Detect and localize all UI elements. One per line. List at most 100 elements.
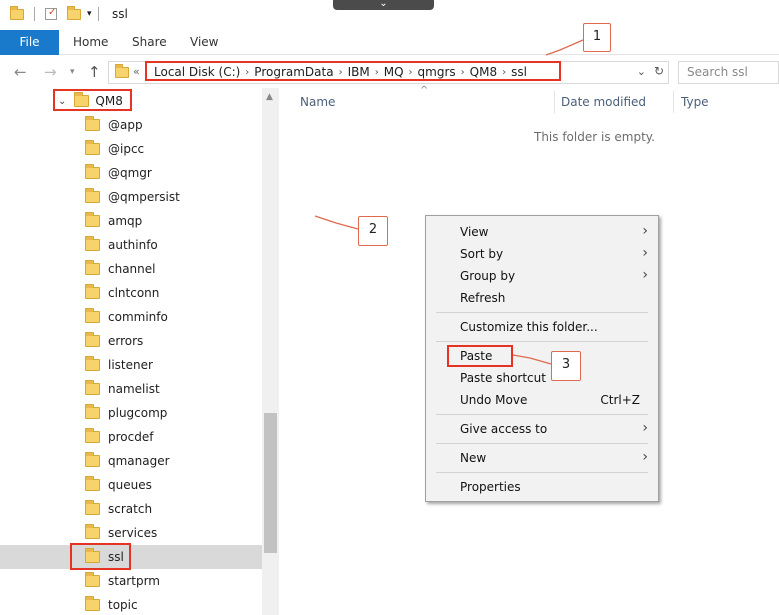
folder-icon	[85, 260, 100, 275]
tree-item-label: amqp	[108, 214, 143, 228]
tree-item-label: authinfo	[108, 238, 158, 252]
tree-item-listener[interactable]: listener	[0, 353, 262, 377]
chevron-right-icon: ›	[642, 245, 648, 261]
folder-icon	[85, 284, 100, 299]
tree-item-services[interactable]: services	[0, 521, 262, 545]
tree-item-channel[interactable]: channel	[0, 257, 262, 281]
tree-item-namelist[interactable]: namelist	[0, 377, 262, 401]
tree-item-topic[interactable]: topic	[0, 593, 262, 615]
tree-item-plugcomp[interactable]: plugcomp	[0, 401, 262, 425]
tab-home[interactable]: Home	[73, 30, 108, 55]
vertical-scrollbar[interactable]: ▲	[262, 88, 279, 615]
tree-item-clntconn[interactable]: clntconn	[0, 281, 262, 305]
separator	[97, 7, 99, 21]
chevron-right-icon: ›	[642, 449, 648, 465]
scrollbar-thumb[interactable]	[264, 413, 277, 553]
tree-item-queues[interactable]: queues	[0, 473, 262, 497]
menu-item-paste-shortcut[interactable]: Paste shortcut	[460, 371, 546, 385]
folder-icon	[85, 380, 100, 395]
separator	[34, 7, 35, 21]
tree-item-label: channel	[108, 262, 156, 276]
menu-item-undo-move[interactable]: Undo Move	[460, 393, 527, 407]
menu-separator	[436, 341, 648, 342]
tree-item-qmgr[interactable]: @qmgr	[0, 161, 262, 185]
tree-item-qmpersist[interactable]: @qmpersist	[0, 185, 262, 209]
scroll-up-icon[interactable]: ▲	[266, 92, 273, 102]
tree-item-label: queues	[108, 478, 152, 492]
menu-item-sort-by[interactable]: Sort by	[460, 247, 503, 261]
tree-item-ipcc[interactable]: @ipcc	[0, 137, 262, 161]
menu-item-properties[interactable]: Properties	[460, 480, 521, 494]
tree-item-label: errors	[108, 334, 144, 348]
callout-2: 2	[358, 216, 388, 246]
tree-item-authinfo[interactable]: authinfo	[0, 233, 262, 257]
chevron-right-icon: ›	[642, 420, 648, 436]
up-button[interactable]: ↑	[88, 63, 101, 81]
tree-item-label: listener	[108, 358, 153, 372]
tab-file[interactable]: File	[0, 30, 59, 55]
menu-item-view[interactable]: View	[460, 225, 488, 239]
folder-icon	[85, 116, 100, 131]
callout-1: 1	[583, 23, 611, 52]
column-divider[interactable]	[554, 91, 555, 113]
tab-share[interactable]: Share	[132, 30, 167, 55]
folder-icon	[85, 452, 100, 467]
tree-item-qmanager[interactable]: qmanager	[0, 449, 262, 473]
tree-item-label: plugcomp	[108, 406, 168, 420]
refresh-icon[interactable]: ↻	[654, 64, 664, 78]
folder-icon	[85, 524, 100, 539]
ribbon-collapse-button[interactable]: ⌄	[333, 0, 434, 10]
column-header-date-modified[interactable]: Date modified	[561, 95, 646, 109]
column-header-type[interactable]: Type	[681, 95, 709, 109]
recent-locations-button[interactable]: ▾	[70, 67, 75, 77]
search-input[interactable]: Search ssl	[678, 61, 779, 84]
tree-item-label: qmanager	[108, 454, 170, 468]
menu-separator	[436, 443, 648, 444]
address-dropdown-icon[interactable]: ⌄	[637, 65, 646, 78]
tree-item-label: @app	[108, 118, 143, 132]
arrow-right-icon: →	[44, 63, 57, 81]
column-divider[interactable]	[673, 91, 674, 113]
tree-item-procdef[interactable]: procdef	[0, 425, 262, 449]
menu-item-group-by[interactable]: Group by	[460, 269, 515, 283]
folder-icon	[85, 404, 100, 419]
folder-icon	[85, 596, 100, 611]
tree-item-ssl[interactable]: ssl	[0, 545, 262, 569]
navigation-pane: ⌄ QM8 @app @ipcc @qmgr @qmpersist amqp authin…	[0, 88, 280, 615]
back-button[interactable]: ←	[14, 63, 27, 81]
tree-item-comminfo[interactable]: comminfo	[0, 305, 262, 329]
tree-item-label: scratch	[108, 502, 153, 516]
sort-ascending-icon: ^	[420, 85, 429, 96]
menu-item-new[interactable]: New	[460, 451, 486, 465]
tree-item-errors[interactable]: errors	[0, 329, 262, 353]
undo-shortcut-hint: Ctrl+Z	[600, 393, 640, 407]
column-header-name[interactable]: Name	[300, 95, 335, 109]
new-folder-icon[interactable]	[67, 5, 81, 20]
tree-item-startprm[interactable]: startprm	[0, 569, 262, 593]
folder-icon	[85, 140, 100, 155]
folder-icon	[85, 212, 100, 227]
properties-icon[interactable]: ✓	[45, 7, 57, 20]
menu-separator	[436, 312, 648, 313]
folder-icon	[85, 356, 100, 371]
title-bar: ✓ ▾ ssl ⌄	[0, 0, 779, 30]
menu-item-give-access[interactable]: Give access to	[460, 422, 547, 436]
folder-icon	[85, 236, 100, 251]
customize-toolbar-icon[interactable]: ▾	[87, 9, 92, 19]
quick-access-toolbar: ✓ ▾	[10, 5, 99, 21]
highlight-box-ssl	[70, 543, 131, 570]
tab-view[interactable]: View	[190, 30, 218, 55]
breadcrumb-overflow[interactable]: «	[133, 65, 140, 78]
tree-item-label: @qmpersist	[108, 190, 180, 204]
empty-folder-message: This folder is empty.	[534, 130, 655, 144]
folder-icon	[85, 572, 100, 587]
menu-item-refresh[interactable]: Refresh	[460, 291, 505, 305]
ribbon: File Home Share View	[0, 30, 779, 55]
tree-item-scratch[interactable]: scratch	[0, 497, 262, 521]
forward-button[interactable]: →	[44, 63, 57, 81]
tree-item-label: procdef	[108, 430, 154, 444]
menu-item-customize-folder[interactable]: Customize this folder...	[460, 320, 598, 334]
tree-item-app[interactable]: @app	[0, 113, 262, 137]
tree-item-amqp[interactable]: amqp	[0, 209, 262, 233]
menu-separator	[436, 414, 648, 415]
